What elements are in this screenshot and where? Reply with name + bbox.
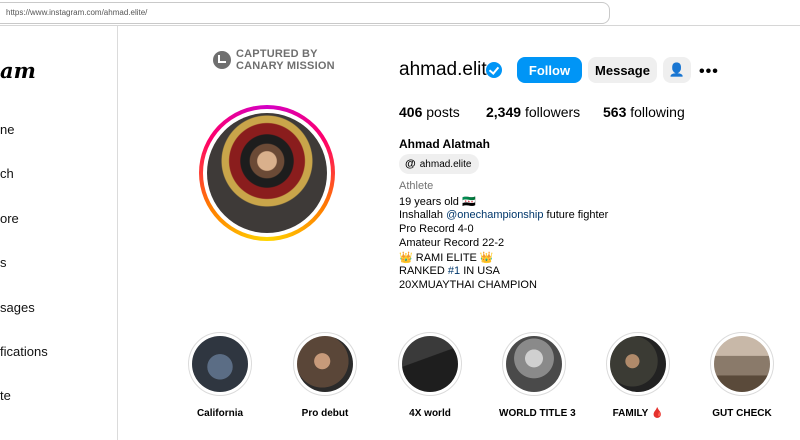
profile-avatar[interactable] bbox=[199, 105, 335, 241]
highlight-item[interactable]: 4X world bbox=[395, 332, 465, 419]
followers-label: followers bbox=[524, 104, 581, 120]
following-stat[interactable]: 563 following bbox=[603, 104, 685, 120]
follow-button[interactable]: Follow bbox=[517, 57, 582, 83]
highlight-label: FAMILY 🩸 bbox=[612, 408, 664, 419]
bio-text: RANKED bbox=[399, 265, 448, 277]
highlight-item[interactable]: Pro debut bbox=[290, 332, 360, 419]
url-text[interactable]: https://www.instagram.com/ahmad.elite/ bbox=[6, 8, 147, 17]
posts-count: 406 bbox=[399, 104, 423, 120]
highlight-ring bbox=[293, 332, 357, 396]
profile-username: ahmad.elite bbox=[399, 59, 498, 80]
verified-badge-icon bbox=[486, 62, 502, 78]
bio-line: 👑 RAMI ELITE 👑 bbox=[399, 252, 494, 264]
sidebar-item-messages[interactable]: sages bbox=[0, 300, 35, 315]
sidebar-item-reels[interactable]: s bbox=[0, 255, 7, 270]
bio-text: future fighter bbox=[543, 209, 609, 221]
highlight-item[interactable]: California bbox=[185, 332, 255, 419]
sidebar-item-explore[interactable]: ore bbox=[0, 211, 19, 226]
followers-stat[interactable]: 2,349 followers bbox=[486, 104, 580, 120]
highlight-ring bbox=[188, 332, 252, 396]
bio-line: RANKED #1 IN USA bbox=[399, 265, 500, 277]
highlight-cover bbox=[192, 336, 248, 392]
sidebar: am ne ch ore s sages fications te bbox=[0, 26, 118, 440]
highlight-cover bbox=[506, 336, 562, 392]
highlight-cover bbox=[297, 336, 353, 392]
bio-hashtag-link[interactable]: #1 bbox=[448, 265, 460, 277]
watermark-line2: CANARY MISSION bbox=[236, 60, 335, 72]
highlight-label: WORLD TITLE 3 bbox=[499, 408, 576, 419]
add-user-icon[interactable]: 👤 bbox=[663, 57, 691, 83]
profile-full-name: Ahmad Alatmah bbox=[399, 137, 490, 151]
avatar-inner-border bbox=[203, 109, 331, 237]
posts-label: posts bbox=[426, 104, 460, 120]
browser-address-bar[interactable]: https://www.instagram.com/ahmad.elite/ bbox=[0, 0, 800, 26]
more-options-icon[interactable]: ••• bbox=[699, 63, 719, 81]
canary-watermark: CAPTURED BY CANARY MISSION bbox=[213, 48, 335, 72]
highlight-label: California bbox=[196, 408, 244, 419]
highlight-item[interactable]: FAMILY 🩸 bbox=[603, 332, 673, 419]
threads-icon: @ bbox=[405, 158, 416, 170]
sidebar-item-home[interactable]: ne bbox=[0, 122, 14, 137]
highlight-ring bbox=[502, 332, 566, 396]
highlight-label: GUT CHECK bbox=[712, 408, 772, 419]
threads-handle: ahmad.elite bbox=[419, 158, 472, 170]
profile-category: Athlete bbox=[399, 180, 434, 192]
followers-count: 2,349 bbox=[486, 104, 522, 120]
bio-mention-link[interactable]: @onechampionship bbox=[446, 209, 543, 221]
following-count: 563 bbox=[603, 104, 627, 120]
bio-line: Amateur Record 22-2 bbox=[399, 237, 505, 249]
highlight-ring bbox=[710, 332, 774, 396]
bio-line: 20XMUAYTHAI CHAMPION bbox=[399, 279, 537, 291]
highlight-item[interactable]: WORLD TITLE 3 bbox=[499, 332, 576, 419]
bio-text: Inshallah bbox=[399, 209, 447, 221]
message-button[interactable]: Message bbox=[588, 57, 657, 83]
sidebar-item-create[interactable]: te bbox=[0, 388, 11, 403]
highlight-cover bbox=[402, 336, 458, 392]
bio-line: Inshallah @onechampionship future fighte… bbox=[399, 209, 608, 221]
sidebar-item-search[interactable]: ch bbox=[0, 166, 14, 181]
sidebar-item-notifications[interactable]: fications bbox=[0, 344, 48, 359]
highlight-label: 4X world bbox=[409, 408, 451, 419]
bio-line: Pro Record 4-0 bbox=[399, 223, 474, 235]
highlight-label: Pro debut bbox=[301, 408, 349, 419]
avatar-photo bbox=[207, 113, 327, 233]
canary-logo-icon bbox=[213, 51, 231, 69]
threads-badge[interactable]: @ ahmad.elite bbox=[399, 154, 480, 174]
bio-line: 19 years old 🇸🇾 bbox=[399, 196, 476, 208]
watermark-line1: CAPTURED BY bbox=[236, 48, 318, 60]
posts-stat: 406 posts bbox=[399, 104, 460, 120]
highlight-item[interactable]: GUT CHECK bbox=[707, 332, 777, 419]
highlight-ring bbox=[398, 332, 462, 396]
bio-text: IN USA bbox=[460, 265, 500, 277]
highlight-cover bbox=[714, 336, 770, 392]
following-label: following bbox=[630, 104, 685, 120]
highlight-cover bbox=[610, 336, 666, 392]
highlight-ring bbox=[606, 332, 670, 396]
instagram-logo[interactable]: am bbox=[0, 58, 36, 83]
